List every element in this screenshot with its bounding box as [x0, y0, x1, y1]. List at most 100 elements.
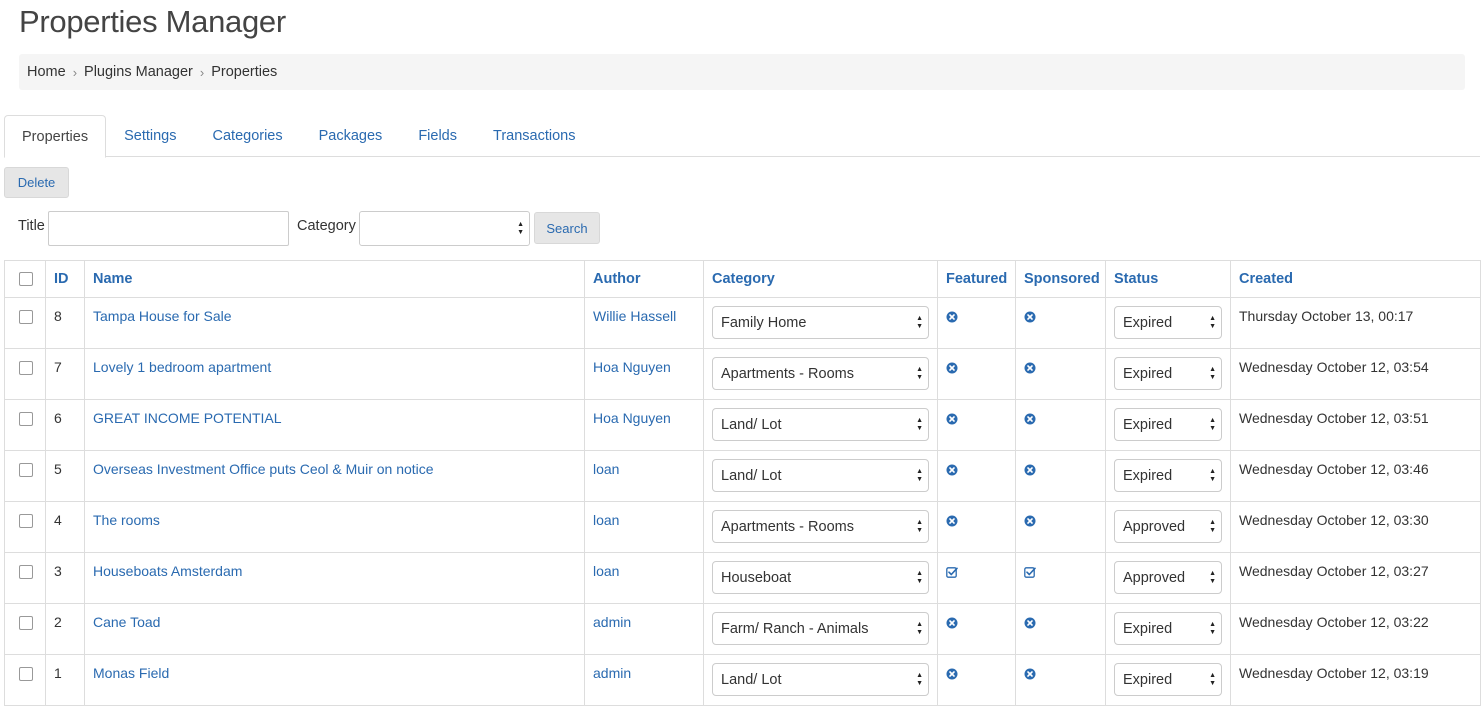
row-name-link[interactable]: The rooms [84, 501, 585, 553]
row-name-link[interactable]: Overseas Investment Office puts Ceol & M… [84, 450, 585, 502]
row-name-link[interactable]: Houseboats Amsterdam [84, 552, 585, 604]
row-status-cell: Expired ▲ ▼ [1105, 348, 1231, 400]
circle-x-icon[interactable] [946, 412, 958, 425]
column-header-category[interactable]: Category [703, 260, 938, 298]
row-featured-cell [937, 297, 1016, 349]
circle-x-icon[interactable] [946, 361, 958, 374]
row-id: 6 [45, 399, 85, 451]
circle-x-icon[interactable] [1024, 412, 1036, 425]
select-arrows-icon: ▲ ▼ [517, 220, 524, 236]
category-filter-label: Category [297, 218, 356, 234]
row-category-cell: Land/ Lot ▲ ▼ [703, 654, 938, 706]
column-header-sponsored[interactable]: Sponsored [1015, 260, 1106, 298]
row-checkbox[interactable] [19, 514, 33, 528]
tab-properties[interactable]: Properties [4, 115, 107, 158]
circle-x-icon[interactable] [946, 310, 958, 323]
row-checkbox[interactable] [19, 565, 33, 579]
check-square-icon[interactable] [1024, 565, 1036, 578]
row-category-value: Land/ Lot [721, 467, 782, 484]
column-header-status[interactable]: Status [1105, 260, 1231, 298]
row-created: Wednesday October 12, 03:46 [1230, 450, 1481, 502]
row-status-select[interactable]: Expired ▲ ▼ [1114, 663, 1222, 696]
tab-packages[interactable]: Packages [301, 115, 401, 157]
check-square-icon[interactable] [946, 565, 958, 578]
circle-x-icon[interactable] [1024, 361, 1036, 374]
row-status-select[interactable]: Expired ▲ ▼ [1114, 306, 1222, 339]
title-filter-input[interactable] [48, 211, 289, 246]
select-all-checkbox[interactable] [19, 272, 33, 287]
breadcrumb: Home › Plugins Manager › Properties [19, 54, 1465, 90]
row-category-select[interactable]: Land/ Lot ▲ ▼ [712, 663, 929, 696]
tab-categories[interactable]: Categories [195, 115, 301, 157]
row-author-link[interactable]: admin [584, 654, 704, 706]
table-row: 3 Houseboats Amsterdam loan Houseboat ▲ ▼ Appr… [4, 552, 1481, 604]
tab-fields[interactable]: Fields [400, 115, 475, 157]
row-status-select[interactable]: Expired ▲ ▼ [1114, 357, 1222, 390]
tab-settings[interactable]: Settings [106, 115, 194, 157]
column-header-featured[interactable]: Featured [937, 260, 1016, 298]
row-featured-cell [937, 348, 1016, 400]
row-status-select[interactable]: Expired ▲ ▼ [1114, 408, 1222, 441]
row-checkbox[interactable] [19, 361, 33, 375]
row-name-link[interactable]: GREAT INCOME POTENTIAL [84, 399, 585, 451]
row-id: 8 [45, 297, 85, 349]
circle-x-icon[interactable] [946, 616, 958, 629]
row-category-select[interactable]: Land/ Lot ▲ ▼ [712, 408, 929, 441]
column-header-created[interactable]: Created [1230, 260, 1481, 298]
row-category-cell: Family Home ▲ ▼ [703, 297, 938, 349]
circle-x-icon[interactable] [1024, 514, 1036, 527]
row-status-value: Expired [1123, 620, 1173, 637]
row-author-link[interactable]: loan [584, 552, 704, 604]
row-status-select[interactable]: Expired ▲ ▼ [1114, 459, 1222, 492]
row-category-select[interactable]: Houseboat ▲ ▼ [712, 561, 929, 594]
row-category-select[interactable]: Apartments - Rooms ▲ ▼ [712, 357, 929, 390]
row-sponsored-cell [1015, 654, 1106, 706]
row-author-link[interactable]: admin [584, 603, 704, 655]
column-header-author[interactable]: Author [584, 260, 704, 298]
row-checkbox[interactable] [19, 667, 33, 681]
row-featured-cell [937, 603, 1016, 655]
row-checkbox[interactable] [19, 412, 33, 426]
tab-transactions[interactable]: Transactions [475, 115, 593, 157]
delete-button[interactable]: Delete [4, 167, 69, 198]
row-checkbox[interactable] [19, 616, 33, 630]
row-name-link[interactable]: Monas Field [84, 654, 585, 706]
row-name-link[interactable]: Lovely 1 bedroom apartment [84, 348, 585, 400]
search-button[interactable]: Search [534, 212, 600, 244]
circle-x-icon[interactable] [1024, 616, 1036, 629]
row-status-select[interactable]: Approved ▲ ▼ [1114, 561, 1222, 594]
row-author-link[interactable]: Hoa Nguyen [584, 399, 704, 451]
column-header-id[interactable]: ID [45, 260, 85, 298]
column-header-name[interactable]: Name [84, 260, 585, 298]
row-status-select[interactable]: Approved ▲ ▼ [1114, 510, 1222, 543]
row-status-cell: Expired ▲ ▼ [1105, 603, 1231, 655]
row-author-link[interactable]: Hoa Nguyen [584, 348, 704, 400]
row-author-link[interactable]: loan [584, 450, 704, 502]
category-filter-select[interactable]: ▲ ▼ [359, 211, 530, 246]
circle-x-icon[interactable] [946, 667, 958, 680]
row-category-select[interactable]: Apartments - Rooms ▲ ▼ [712, 510, 929, 543]
breadcrumb-plugins-manager[interactable]: Plugins Manager [84, 64, 193, 80]
circle-x-icon[interactable] [946, 514, 958, 527]
row-checkbox[interactable] [19, 310, 33, 324]
table-row: 5 Overseas Investment Office puts Ceol & … [4, 450, 1481, 502]
row-sponsored-cell [1015, 603, 1106, 655]
row-select-cell [4, 552, 46, 604]
row-category-select[interactable]: Family Home ▲ ▼ [712, 306, 929, 339]
select-arrows-icon: ▲ ▼ [916, 416, 923, 432]
row-author-link[interactable]: loan [584, 501, 704, 553]
row-category-select[interactable]: Farm/ Ranch - Animals ▲ ▼ [712, 612, 929, 645]
circle-x-icon[interactable] [1024, 310, 1036, 323]
circle-x-icon[interactable] [1024, 463, 1036, 476]
row-sponsored-cell [1015, 348, 1106, 400]
row-name-link[interactable]: Cane Toad [84, 603, 585, 655]
row-author-link[interactable]: Willie Hassell [584, 297, 704, 349]
row-checkbox[interactable] [19, 463, 33, 477]
breadcrumb-home[interactable]: Home [27, 64, 66, 80]
row-name-link[interactable]: Tampa House for Sale [84, 297, 585, 349]
row-category-select[interactable]: Land/ Lot ▲ ▼ [712, 459, 929, 492]
circle-x-icon[interactable] [946, 463, 958, 476]
select-arrows-icon: ▲ ▼ [1209, 671, 1216, 687]
circle-x-icon[interactable] [1024, 667, 1036, 680]
row-status-select[interactable]: Expired ▲ ▼ [1114, 612, 1222, 645]
